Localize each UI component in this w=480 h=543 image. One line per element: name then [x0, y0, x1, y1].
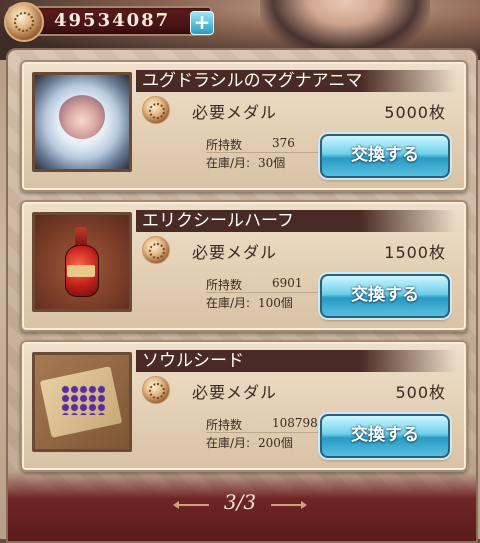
crystal-orb-icon [35, 75, 129, 169]
divider [206, 432, 326, 433]
next-page-arrow-icon[interactable] [271, 500, 308, 509]
stock-label: 在庫/月: [206, 296, 251, 310]
divider [206, 152, 326, 153]
owned-value: 376 [272, 136, 295, 150]
page-indicator: 3/3 [223, 490, 257, 514]
owned-value: 6901 [272, 276, 303, 290]
stock-label: 在庫/月: [206, 156, 251, 170]
exchange-button[interactable]: 交換する [320, 274, 450, 318]
item-thumbnail [32, 352, 132, 452]
exchange-item: エリクシールハーフ 必要メダル 1500枚 所持数 6901 在庫/月: 100… [20, 200, 468, 332]
owned-label: 所持数 [206, 418, 243, 432]
exchange-panel: ユグドラシルのマグナアニマ 必要メダル 5000枚 所持数 376 在庫/月: … [6, 48, 478, 543]
owned-value: 108798 [272, 416, 318, 430]
stock-value: 200個 [258, 436, 293, 450]
pager: 3/3 [0, 490, 480, 514]
price-value: 500枚 [395, 383, 446, 402]
stock-label: 在庫/月: [206, 436, 251, 450]
item-thumbnail [32, 212, 132, 312]
exchange-item: ユグドラシルのマグナアニマ 必要メダル 5000枚 所持数 376 在庫/月: … [20, 60, 468, 192]
price-label: 必要メダル [192, 243, 278, 262]
add-medal-button[interactable]: + [190, 11, 214, 35]
medal-icon [142, 96, 170, 124]
medal-count: 49534087 [54, 10, 171, 31]
medal-icon [142, 376, 170, 404]
item-name: ソウルシード [142, 351, 244, 371]
owned-label: 所持数 [206, 278, 243, 292]
price-value: 5000枚 [384, 103, 446, 122]
exchange-item: ソウルシード 必要メダル 500枚 所持数 108798 在庫/月: 200個 … [20, 340, 468, 472]
medal-icon [4, 2, 44, 42]
price-value: 1500枚 [384, 243, 446, 262]
soul-seed-icon [35, 355, 129, 449]
elixir-bottle-icon [35, 215, 129, 309]
price-label: 必要メダル [192, 383, 278, 402]
item-name: エリクシールハーフ [142, 211, 294, 231]
item-thumbnail [32, 72, 132, 172]
medal-icon [142, 236, 170, 264]
prev-page-arrow-icon[interactable] [172, 500, 209, 509]
item-name: ユグドラシルのマグナアニマ [142, 71, 363, 91]
divider [206, 292, 326, 293]
medal-balance-bar: 49534087 + [4, 2, 214, 42]
exchange-button[interactable]: 交換する [320, 134, 450, 178]
stock-value: 30個 [258, 156, 286, 170]
price-label: 必要メダル [192, 103, 278, 122]
owned-label: 所持数 [206, 138, 243, 152]
stock-value: 100個 [258, 296, 293, 310]
exchange-button[interactable]: 交換する [320, 414, 450, 458]
